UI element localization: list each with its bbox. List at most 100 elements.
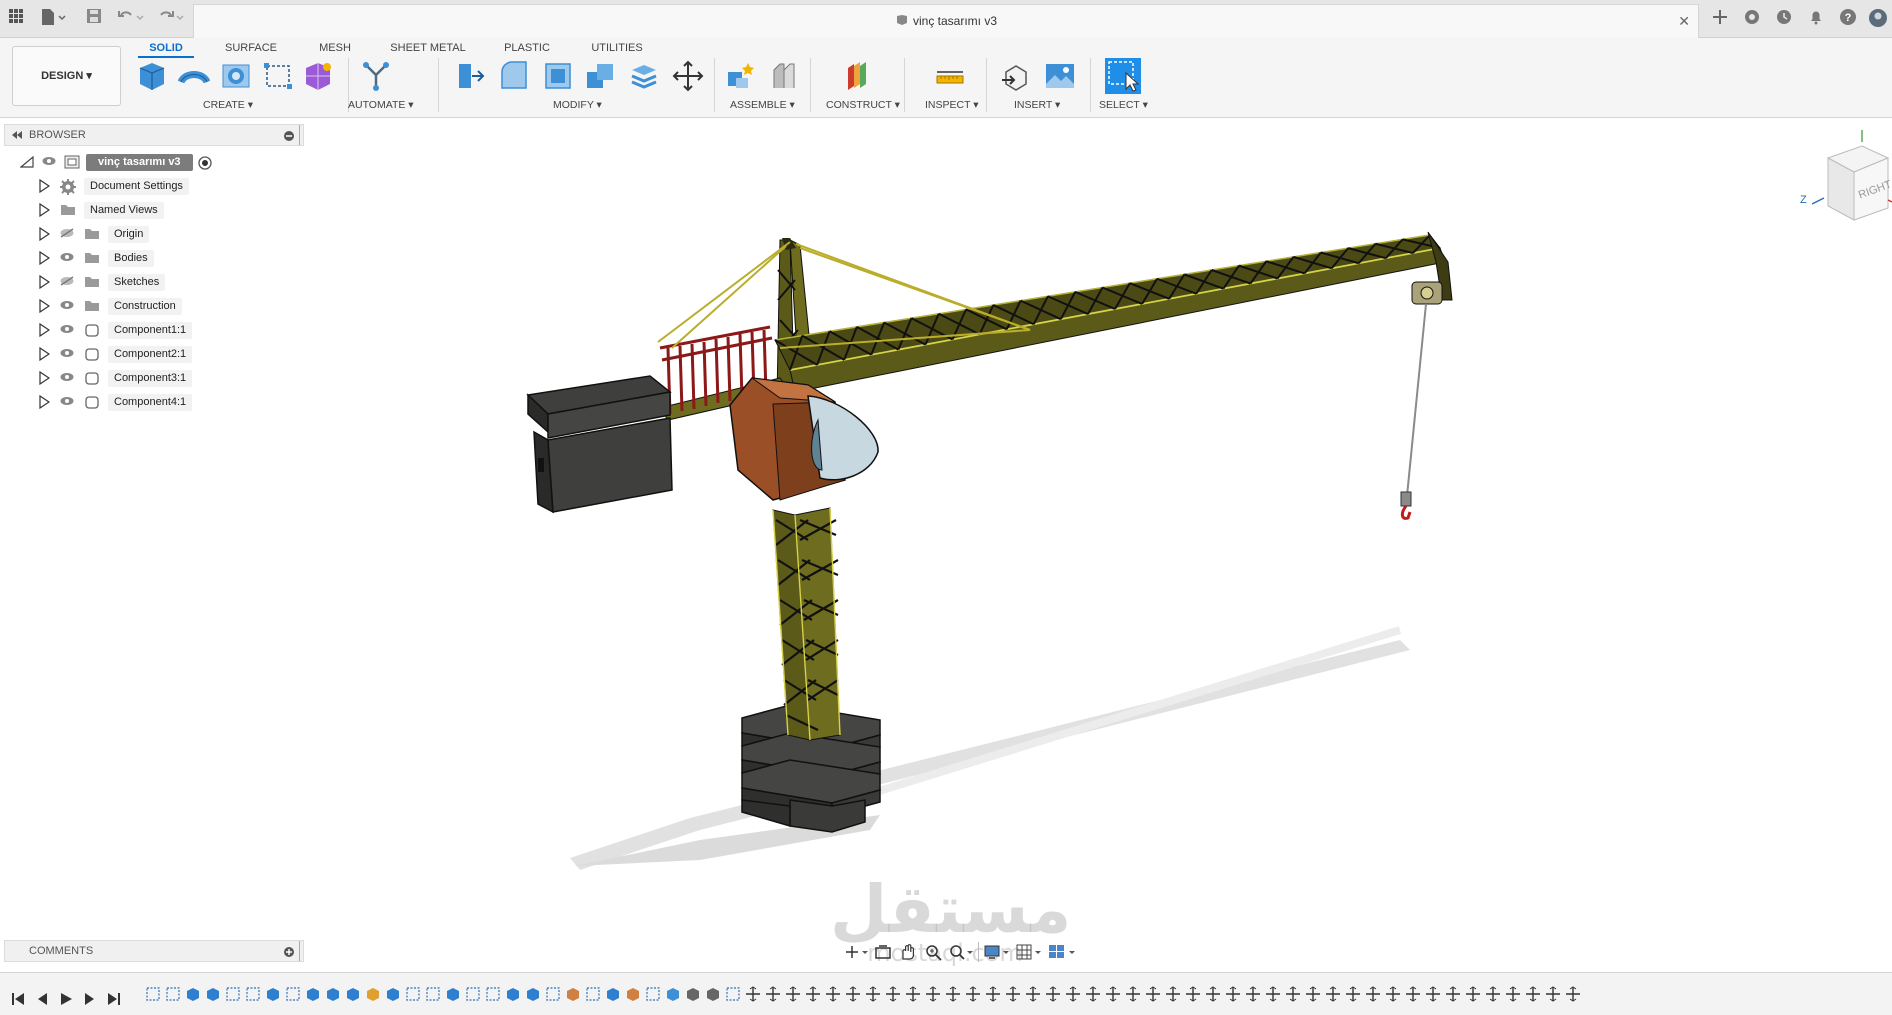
shell-icon[interactable] <box>542 60 574 92</box>
timeline-fillet-icon[interactable] <box>624 985 642 1003</box>
assemble-menu[interactable]: ASSEMBLE ▾ <box>730 99 795 111</box>
view-cube[interactable]: RIGHT Z <box>1800 128 1892 228</box>
save-icon[interactable] <box>84 8 104 28</box>
expand-triangle-icon[interactable] <box>38 347 50 361</box>
joint-icon[interactable] <box>768 60 800 92</box>
timeline-joint-icon[interactable] <box>1144 985 1162 1003</box>
timeline-joint-icon[interactable] <box>864 985 882 1003</box>
extensions-icon[interactable] <box>1742 8 1762 28</box>
timeline-joint-icon[interactable] <box>1484 985 1502 1003</box>
canvas-image-icon[interactable] <box>1044 60 1076 92</box>
3d-viewport[interactable] <box>0 0 1892 1015</box>
timeline-joint-icon[interactable] <box>964 985 982 1003</box>
browser-item-sketches[interactable]: Sketches <box>38 272 238 292</box>
form-icon[interactable] <box>302 60 334 92</box>
timeline-sketch-icon[interactable] <box>644 985 662 1003</box>
play-icon[interactable] <box>58 991 74 1007</box>
expand-triangle-icon[interactable] <box>38 275 50 289</box>
offset-plane-icon[interactable] <box>842 60 874 92</box>
timeline-extrude-icon[interactable] <box>504 985 522 1003</box>
timeline-sketch-icon[interactable] <box>584 985 602 1003</box>
expand-triangle-icon[interactable] <box>38 203 50 217</box>
expand-triangle-icon[interactable] <box>38 251 50 265</box>
redo-icon[interactable] <box>156 8 186 28</box>
combine-icon[interactable] <box>584 60 616 92</box>
timeline-joint-icon[interactable] <box>884 985 902 1003</box>
timeline-joint-icon[interactable] <box>1004 985 1022 1003</box>
look-at-icon[interactable] <box>874 944 892 960</box>
timeline-joint-icon[interactable] <box>1524 985 1542 1003</box>
visibility-eye-icon[interactable] <box>60 396 74 406</box>
visibility-eye-icon[interactable] <box>60 300 74 310</box>
hidden-eye-icon[interactable] <box>60 228 74 238</box>
pin-panel-divider[interactable] <box>299 941 300 961</box>
timeline-sketch-icon[interactable] <box>544 985 562 1003</box>
timeline-extrude-icon[interactable] <box>264 985 282 1003</box>
zoom-icon[interactable] <box>924 943 944 961</box>
user-avatar-icon[interactable] <box>1868 8 1888 28</box>
timeline-sketch-icon[interactable] <box>404 985 422 1003</box>
hidden-eye-icon[interactable] <box>60 276 74 286</box>
timeline-extrude-icon[interactable] <box>304 985 322 1003</box>
timeline-joint-icon[interactable] <box>1564 985 1582 1003</box>
operator-cab[interactable] <box>729 377 879 501</box>
browser-item-component4[interactable]: Component4:1 <box>38 392 238 412</box>
browser-item-named-views[interactable]: Named Views <box>38 200 238 220</box>
browser-item-bodies[interactable]: Bodies <box>38 248 238 268</box>
timeline-joint-icon[interactable] <box>1104 985 1122 1003</box>
timeline-joint-icon[interactable] <box>824 985 842 1003</box>
timeline-joint-icon[interactable] <box>1544 985 1562 1003</box>
browser-item-component2[interactable]: Component2:1 <box>38 344 238 364</box>
select-icon[interactable] <box>1104 57 1142 95</box>
browser-root-label[interactable]: vinç tasarımı v3 <box>86 154 193 171</box>
display-settings-icon[interactable] <box>984 944 1010 960</box>
timeline-joint-icon[interactable] <box>1124 985 1142 1003</box>
scale-icon[interactable] <box>628 60 660 92</box>
file-menu-icon[interactable] <box>38 8 68 28</box>
automate-icon[interactable] <box>360 60 392 92</box>
timeline-joint-icon[interactable] <box>784 985 802 1003</box>
timeline-joint-icon[interactable] <box>1324 985 1342 1003</box>
browser-item-component1[interactable]: Component1:1 <box>38 320 238 340</box>
timeline-combine-icon[interactable] <box>684 985 702 1003</box>
app-grid-icon[interactable] <box>6 8 26 28</box>
construct-menu[interactable]: CONSTRUCT ▾ <box>826 99 900 111</box>
comments-panel-header[interactable]: COMMENTS <box>4 940 304 962</box>
timeline-sketch-icon[interactable] <box>224 985 242 1003</box>
timeline-fillet-icon[interactable] <box>564 985 582 1003</box>
timeline-sketch-icon[interactable] <box>244 985 262 1003</box>
browser-item-construction[interactable]: Construction <box>38 296 238 316</box>
browser-item-component3[interactable]: Component3:1 <box>38 368 238 388</box>
tower-mast[interactable] <box>772 238 841 741</box>
expand-triangle-icon[interactable] <box>38 179 50 193</box>
timeline-joint-icon[interactable] <box>764 985 782 1003</box>
counter-jib[interactable] <box>526 325 791 514</box>
timeline-joint-icon[interactable] <box>1184 985 1202 1003</box>
automate-menu[interactable]: AUTOMATE ▾ <box>348 99 414 111</box>
timeline-joint-icon[interactable] <box>984 985 1002 1003</box>
timeline-joint-icon[interactable] <box>844 985 862 1003</box>
timeline-sketch-icon[interactable] <box>424 985 442 1003</box>
timeline-joint-icon[interactable] <box>804 985 822 1003</box>
expand-triangle-icon[interactable] <box>38 323 50 337</box>
timeline-joint-icon[interactable] <box>944 985 962 1003</box>
pin-panel-divider[interactable] <box>299 125 300 145</box>
go-to-start-icon[interactable] <box>10 991 26 1007</box>
expand-triangle-icon[interactable] <box>38 227 50 241</box>
expand-triangle-icon[interactable] <box>38 371 50 385</box>
jib-boom[interactable] <box>774 231 1453 520</box>
extrude-icon[interactable] <box>178 60 210 92</box>
timeline-sketch-icon[interactable] <box>484 985 502 1003</box>
move-copy-icon[interactable] <box>672 60 704 92</box>
timeline-extrude-icon[interactable] <box>184 985 202 1003</box>
revolve-icon[interactable] <box>220 60 252 92</box>
workspace-switcher-button[interactable]: DESIGN ▾ <box>12 46 121 106</box>
expanded-triangle-icon[interactable] <box>20 156 34 168</box>
select-menu[interactable]: SELECT ▾ <box>1099 99 1148 111</box>
browser-options-icon[interactable] <box>283 130 295 142</box>
visibility-eye-icon[interactable] <box>60 372 74 382</box>
timeline-joint-icon[interactable] <box>1404 985 1422 1003</box>
timeline-joint-icon[interactable] <box>1384 985 1402 1003</box>
tab-surface[interactable]: SURFACE <box>220 38 282 58</box>
activate-radio-icon[interactable] <box>198 156 212 170</box>
